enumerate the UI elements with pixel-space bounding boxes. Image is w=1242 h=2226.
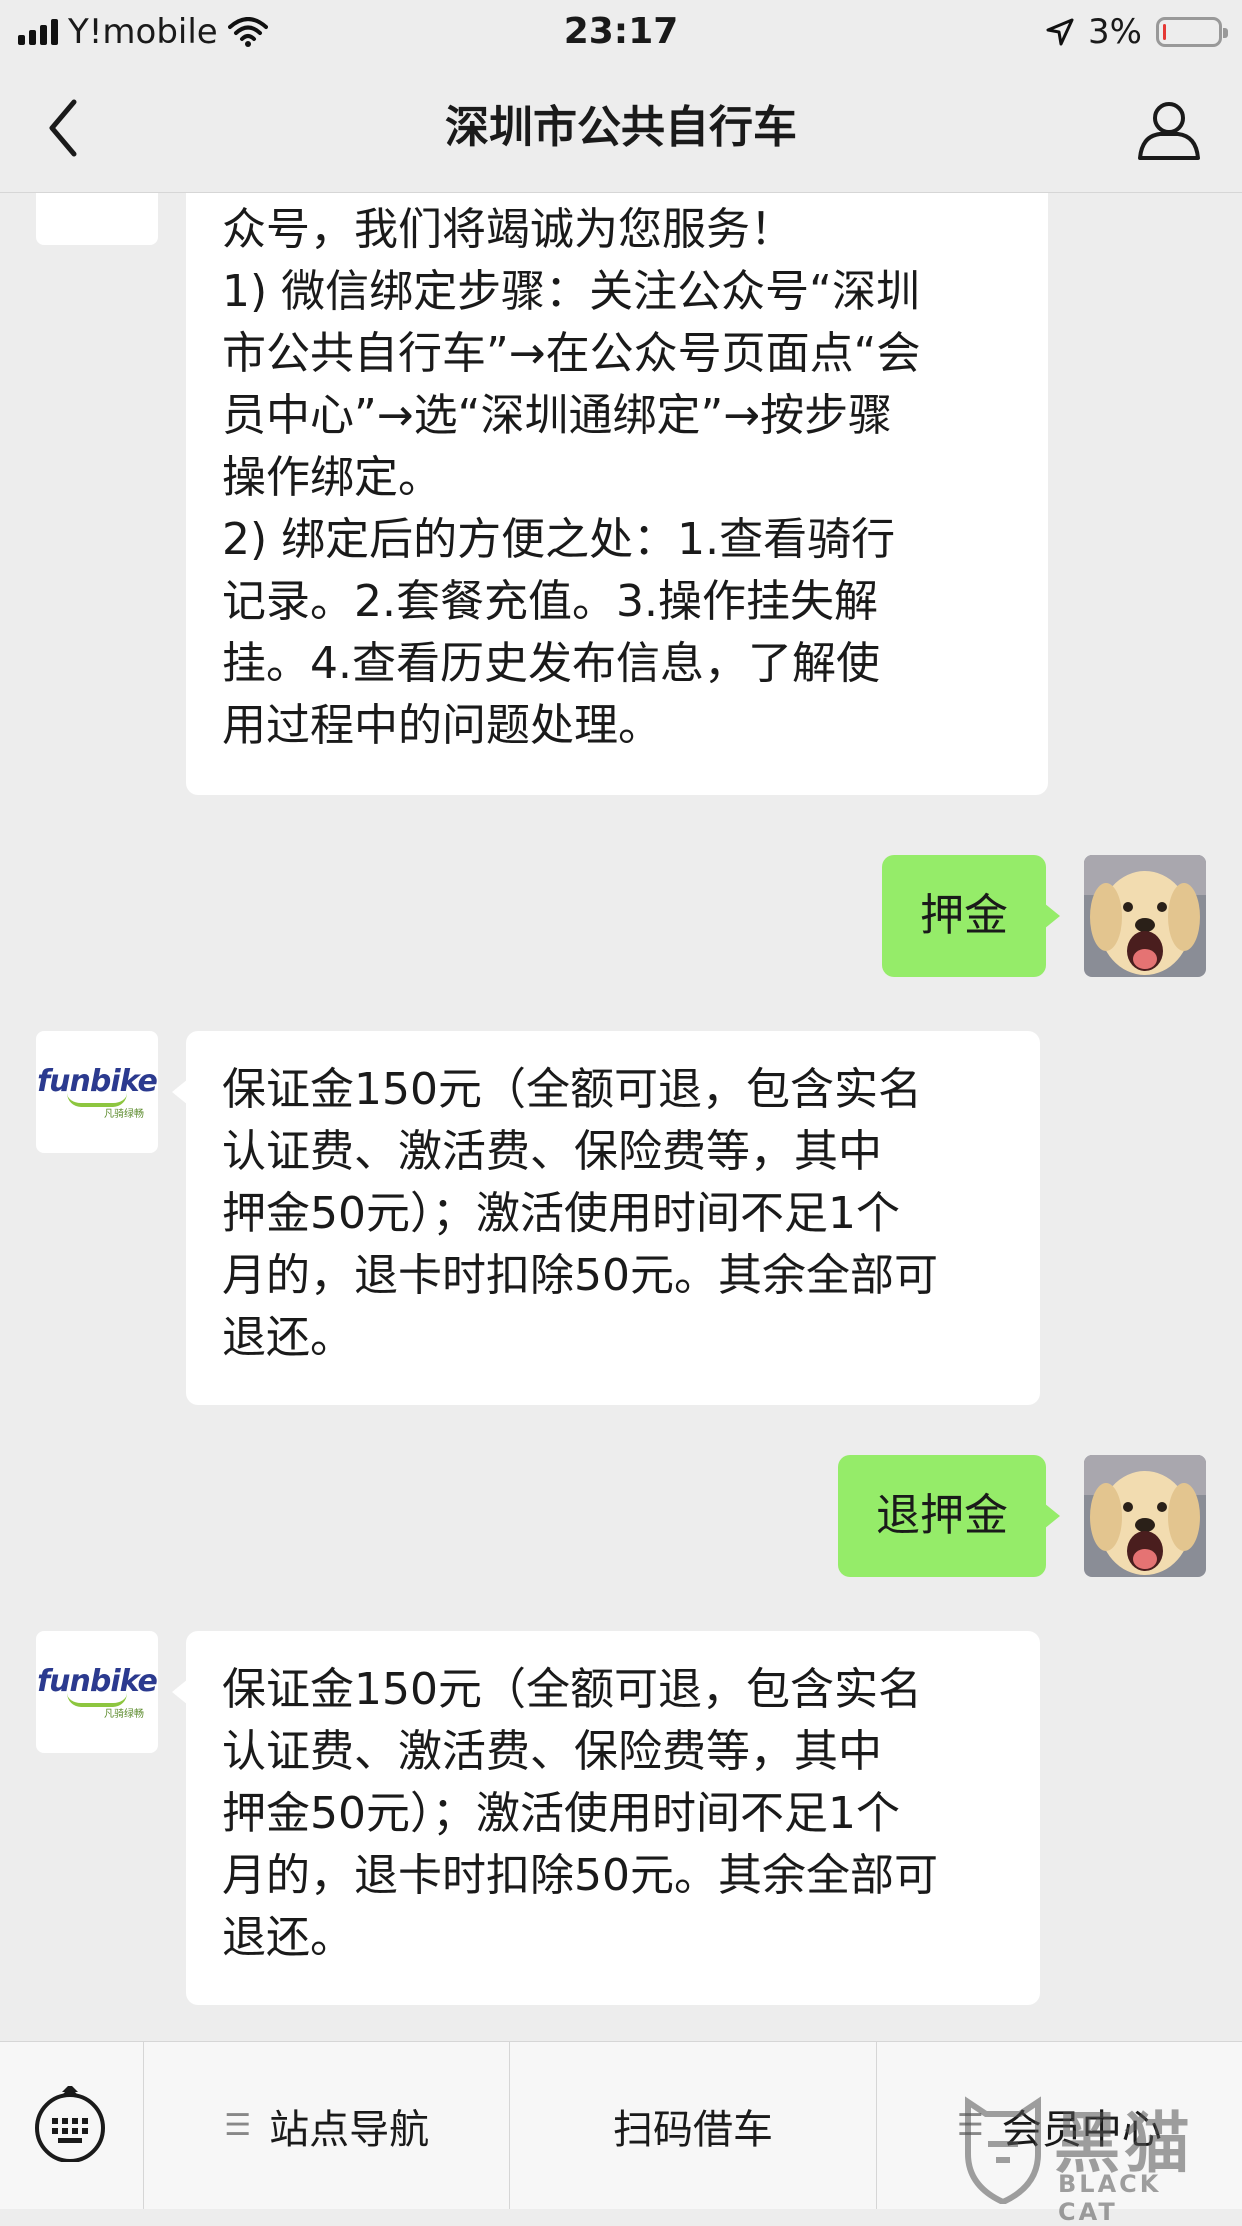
message-line: 众号，我们将竭诚为您服务！ bbox=[222, 204, 794, 255]
status-bar: Y!mobile 23:17 3% bbox=[0, 0, 1242, 64]
message-line: 市公共自行车”→在公众号页面点“会 bbox=[222, 328, 921, 379]
status-right: 3% bbox=[1046, 8, 1228, 56]
message-line: 用过程中的问题处理。 bbox=[222, 700, 662, 751]
message-line: 保证金150元（全额可退，包含实名 bbox=[222, 1664, 922, 1715]
bot-avatar[interactable] bbox=[36, 193, 158, 245]
bot-avatar[interactable]: funbike 凡骑绿畅 bbox=[36, 1031, 158, 1153]
menu-item-scan-borrow[interactable]: 扫码借车 bbox=[510, 2042, 877, 2209]
message-line: 2) 绑定后的方便之处：1.查看骑行 bbox=[222, 514, 896, 565]
message-line: 认证费、激活费、保险费等，其中 bbox=[222, 1126, 882, 1177]
cat-shield-icon bbox=[965, 2096, 1041, 2204]
bot-avatar[interactable]: funbike 凡骑绿畅 bbox=[36, 1631, 158, 1753]
person-icon[interactable] bbox=[1136, 96, 1202, 162]
menu-item-label: 站点导航 bbox=[269, 2106, 430, 2153]
message-bubble-out[interactable]: 押金 bbox=[882, 855, 1060, 977]
user-avatar[interactable] bbox=[1084, 1455, 1206, 1577]
battery-percent: 3% bbox=[1088, 12, 1142, 52]
message-text: 保证金150元（全额可退，包含实名 认证费、激活费、保险费等，其中 押金50元）；激… bbox=[222, 1059, 1004, 1369]
location-arrow-icon bbox=[1046, 18, 1074, 46]
message-bubble-in[interactable]: 众号，我们将竭诚为您服务！ 1) 微信绑定步骤：关注公众号“深圳 市公共自行车”→在… bbox=[186, 193, 1048, 795]
message-line: 押金50元）；激活使用时间不足1个 bbox=[222, 1188, 900, 1239]
message-line: 退还。 bbox=[222, 1912, 354, 1963]
message-line: 员中心”→选“深圳通绑定”→按步骤 bbox=[222, 390, 893, 441]
message-line: 月的，退卡时扣除50元。其余全部可 bbox=[222, 1250, 938, 1301]
message-line: 押金50元）；激活使用时间不足1个 bbox=[222, 1788, 900, 1839]
nav-bar: 深圳市公共自行车 bbox=[0, 64, 1242, 193]
menu-item-label: 扫码借车 bbox=[612, 2106, 773, 2153]
user-avatar[interactable] bbox=[1084, 855, 1206, 977]
battery-icon bbox=[1156, 17, 1228, 47]
message-line: 记录。2.套餐充值。3.操作挂失解 bbox=[222, 576, 878, 627]
message-line: 月的，退卡时扣除50元。其余全部可 bbox=[222, 1850, 938, 1901]
message-bubble-in[interactable]: 保证金150元（全额可退，包含实名 认证费、激活费、保险费等，其中 押金50元）；激… bbox=[172, 1031, 1040, 1405]
message-text: 押金 bbox=[920, 890, 1008, 941]
dog-photo bbox=[1084, 1455, 1206, 1577]
watermark: 黑猫 BLACK CAT bbox=[958, 2090, 1228, 2226]
message-line: 挂。4.查看历史发布信息，了解使 bbox=[222, 638, 880, 689]
dog-photo bbox=[1084, 855, 1206, 977]
message-line: 1) 微信绑定步骤：关注公众号“深圳 bbox=[222, 266, 920, 317]
message-line: 退还。 bbox=[222, 1312, 354, 1363]
message-bubble-in[interactable]: 保证金150元（全额可退，包含实名 认证费、激活费、保险费等，其中 押金50元）；激… bbox=[172, 1631, 1040, 2005]
menu-list-icon: ☰ bbox=[224, 2108, 252, 2143]
chat-area[interactable]: 众号，我们将竭诚为您服务！ 1) 微信绑定步骤：关注公众号“深圳 市公共自行车”→在… bbox=[0, 193, 1242, 2041]
message-text: 退押金 bbox=[876, 1490, 1008, 1541]
watermark-en: BLACK CAT bbox=[1058, 2170, 1162, 2226]
message-text: 众号，我们将竭诚为您服务！ 1) 微信绑定步骤：关注公众号“深圳 市公共自行车”→在… bbox=[222, 199, 1012, 757]
page-title: 深圳市公共自行车 bbox=[445, 102, 797, 153]
keyboard-icon bbox=[35, 2086, 105, 2162]
menu-item-station-navigation[interactable]: ☰ 站点导航 bbox=[144, 2042, 511, 2209]
message-bubble-out[interactable]: 退押金 bbox=[838, 1455, 1060, 1577]
bot-logo-subtext: 凡骑绿畅 bbox=[104, 1709, 144, 1720]
bot-logo-subtext: 凡骑绿畅 bbox=[104, 1109, 144, 1120]
message-line: 保证金150元（全额可退，包含实名 bbox=[222, 1064, 922, 1115]
message-line: 操作绑定。 bbox=[222, 452, 442, 503]
message-text: 保证金150元（全额可退，包含实名 认证费、激活费、保险费等，其中 押金50元）；激… bbox=[222, 1659, 1004, 1969]
keyboard-toggle-button[interactable] bbox=[0, 2042, 144, 2209]
battery-level bbox=[1163, 24, 1166, 40]
message-line: 认证费、激活费、保险费等，其中 bbox=[222, 1726, 882, 1777]
